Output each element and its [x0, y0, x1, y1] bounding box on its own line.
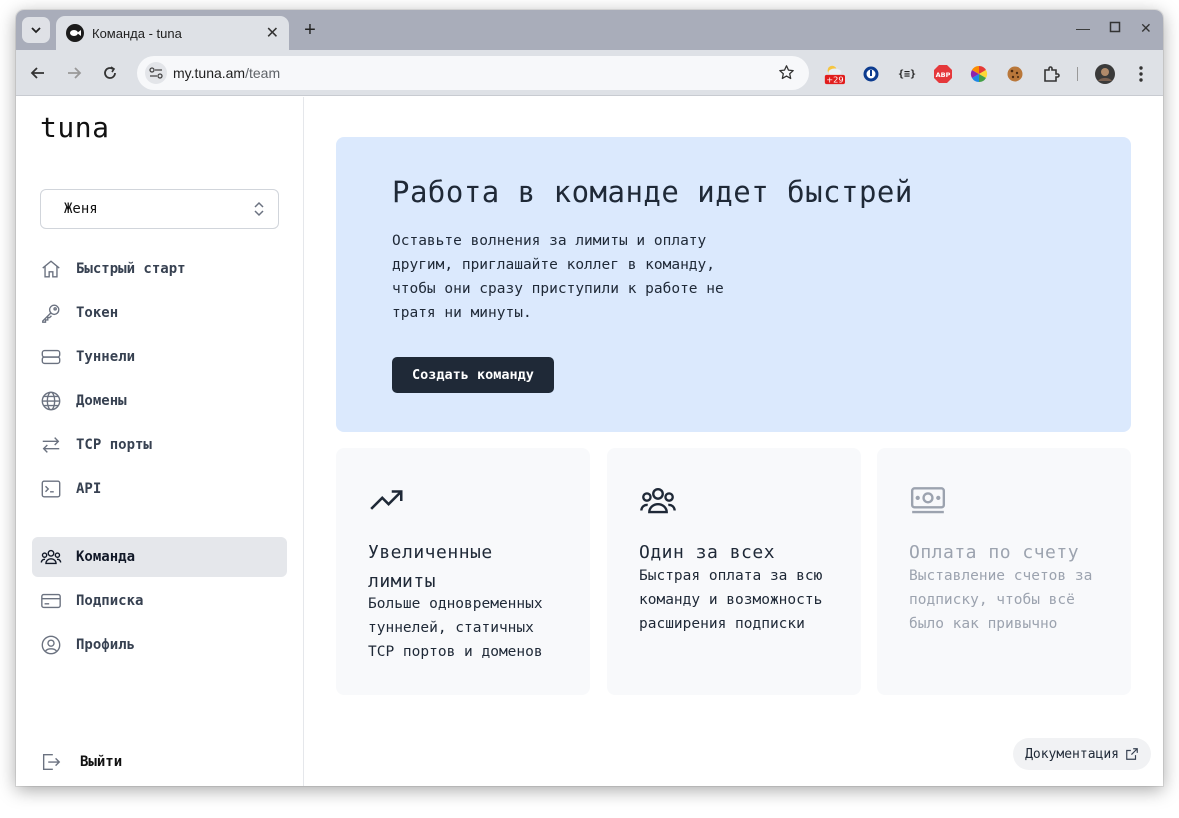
- sidebar-item-label: Подписка: [76, 593, 144, 609]
- kebab-menu-icon[interactable]: [1130, 63, 1152, 85]
- url-path: /team: [245, 65, 281, 81]
- account-select-value: Женя: [64, 201, 98, 217]
- chevron-down-icon: [31, 27, 41, 34]
- sidebar-item-label: API: [76, 481, 102, 497]
- close-icon[interactable]: ✕: [266, 23, 279, 43]
- hero-banner: Работа в команде идет быстрей Оставьте в…: [336, 137, 1131, 432]
- sidebar-nav-account: Команда Подписка Профиль: [32, 537, 287, 669]
- browser-toolbar: my.tuna.am/team +29 {≡} ABP: [16, 50, 1163, 96]
- sidebar-item-tcp-ports[interactable]: TCP порты: [32, 425, 287, 465]
- sidebar-item-profile[interactable]: Профиль: [32, 625, 287, 665]
- adblock-icon[interactable]: ABP: [932, 63, 954, 85]
- sidebar-item-label: Профиль: [76, 637, 136, 653]
- tab-title: Команда - tuna: [92, 25, 182, 41]
- extension-badge: +29: [826, 74, 843, 84]
- users-icon: [40, 546, 62, 568]
- globe-icon: [40, 390, 62, 412]
- sidebar-item-label: Туннели: [76, 349, 136, 365]
- user-circle-icon: [40, 634, 62, 656]
- sidebar-item-label: Быстрый старт: [76, 261, 186, 277]
- sidebar-item-quick-start[interactable]: Быстрый старт: [32, 249, 287, 289]
- hero-text: Оставьте волнения за лимиты и оплату дру…: [392, 233, 724, 321]
- sidebar-item-label: Токен: [76, 305, 119, 321]
- feature-card-text: Быстрая оплата за всю команду и возможно…: [639, 568, 823, 632]
- logout-label: Выйти: [80, 754, 123, 770]
- window-close-icon[interactable]: ✕: [1140, 20, 1152, 37]
- sidebar-item-domains[interactable]: Домены: [32, 381, 287, 421]
- users-icon: [639, 482, 677, 520]
- feature-card-one-for-all: Один за всех Быстрая оплата за всю коман…: [607, 448, 861, 695]
- sidebar-item-subscription[interactable]: Подписка: [32, 581, 287, 621]
- minimize-icon[interactable]: —: [1076, 20, 1090, 36]
- site-settings-icon[interactable]: [145, 62, 167, 84]
- logout-button[interactable]: Выйти: [40, 747, 122, 777]
- sidebar-item-label: Домены: [76, 393, 127, 409]
- abp-label: ABP: [936, 71, 951, 79]
- documentation-link[interactable]: Документация: [1013, 738, 1151, 770]
- new-tab-button[interactable]: +: [298, 18, 322, 42]
- sidebar-item-team[interactable]: Команда: [32, 537, 287, 577]
- arrows-icon: [40, 434, 62, 456]
- main-content: Работа в команде идет быстрей Оставьте в…: [305, 97, 1163, 786]
- create-team-button[interactable]: Создать команду: [392, 357, 554, 393]
- external-link-icon: [1125, 747, 1139, 761]
- back-icon[interactable]: [26, 61, 50, 85]
- logout-icon: [40, 751, 62, 773]
- app-viewport: tuna Женя Быстрый старт Токен Туннели До…: [16, 97, 1163, 786]
- chevron-up-down-icon: [252, 200, 266, 222]
- toolbar-divider: [1077, 67, 1078, 81]
- card-icon: [40, 590, 62, 612]
- sidebar-nav-main: Быстрый старт Токен Туннели Домены TCP п…: [32, 249, 287, 513]
- fish-icon: [66, 24, 84, 42]
- browser-window: Команда - tuna ✕ + — ✕ my.tuna.am/team +…: [16, 10, 1163, 786]
- terminal-icon: [40, 478, 62, 500]
- logo[interactable]: tuna: [40, 111, 109, 144]
- sidebar-item-tunnels[interactable]: Туннели: [32, 337, 287, 377]
- extensions-puzzle-icon[interactable]: [1040, 63, 1062, 85]
- tab-search-button[interactable]: [22, 17, 50, 43]
- home-icon: [40, 258, 62, 280]
- feature-card-text: Выставление счетов за подписку, чтобы вс…: [909, 568, 1093, 632]
- forward-icon[interactable]: [62, 61, 86, 85]
- sidebar-item-label: Команда: [76, 549, 136, 565]
- maximize-icon[interactable]: [1109, 20, 1121, 36]
- password-extension-icon[interactable]: [860, 63, 882, 85]
- feature-card-title: Увеличенные лимиты: [368, 542, 493, 592]
- trending-up-icon: [368, 482, 406, 520]
- feature-card-limits: Увеличенные лимиты Больше одновременных …: [336, 448, 590, 695]
- sidebar-item-api[interactable]: API: [32, 469, 287, 509]
- feature-card-text: Больше одновременных туннелей, статичных…: [368, 596, 543, 660]
- address-bar[interactable]: my.tuna.am/team: [137, 56, 809, 90]
- documentation-label: Документация: [1025, 746, 1119, 762]
- sidebar-item-token[interactable]: Токен: [32, 293, 287, 333]
- browser-tab[interactable]: Команда - tuna ✕: [56, 16, 289, 50]
- hero-title: Работа в команде идет быстрей: [392, 175, 913, 209]
- key-icon: [40, 302, 62, 324]
- feature-card-title: Оплата по счету: [909, 542, 1080, 563]
- reload-icon[interactable]: [98, 61, 122, 85]
- server-icon: [40, 346, 62, 368]
- weather-extension-icon[interactable]: +29: [823, 63, 845, 85]
- url-text: my.tuna.am/team: [173, 65, 280, 81]
- sidebar: tuna Женя Быстрый старт Токен Туннели До…: [16, 97, 304, 786]
- json-extension-icon[interactable]: {≡}: [896, 63, 918, 85]
- sidebar-item-label: TCP порты: [76, 437, 152, 453]
- url-host: my.tuna.am: [173, 65, 246, 81]
- tab-strip: Команда - tuna ✕ + — ✕: [16, 10, 1163, 50]
- feature-card-title: Один за всех: [639, 542, 776, 563]
- bookmark-star-icon[interactable]: [778, 64, 795, 85]
- account-select[interactable]: Женя: [40, 189, 279, 229]
- avatar[interactable]: [1094, 63, 1116, 85]
- banknote-icon: [909, 482, 947, 520]
- feature-card-invoice: Оплата по счету Выставление счетов за по…: [877, 448, 1131, 695]
- cookie-icon[interactable]: [1004, 63, 1026, 85]
- color-picker-icon[interactable]: [968, 63, 990, 85]
